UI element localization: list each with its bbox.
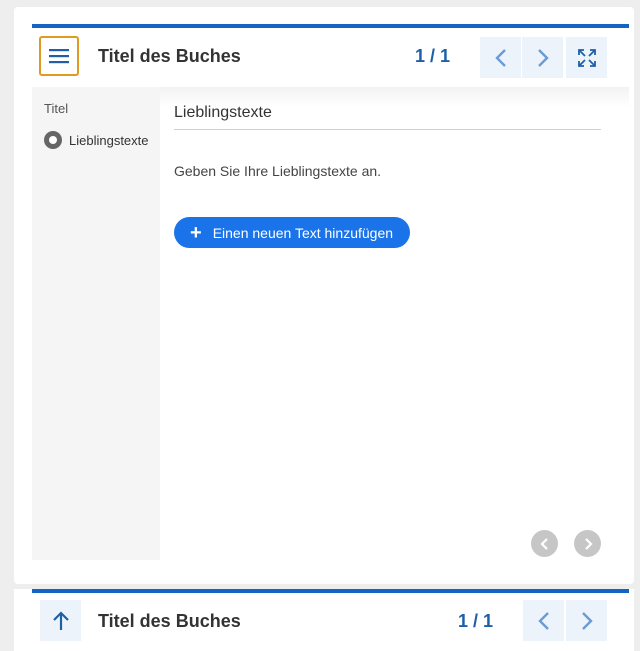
add-text-button-label: Einen neuen Text hinzufügen: [212, 224, 394, 241]
page-counter: 1 / 1: [415, 46, 451, 66]
menu-button[interactable]: [39, 36, 79, 76]
chevron-left-icon: [494, 48, 506, 67]
sidebar-item-label: Lieblingstexte: [69, 132, 149, 148]
plus-icon: +: [190, 221, 202, 244]
chevron-right-icon: [581, 611, 593, 630]
section-description: Geben Sie Ihre Lieblingstexte an.: [174, 163, 382, 179]
chapter-sidebar: Titel Lieblingstexte: [32, 87, 160, 560]
expand-icon: [577, 48, 596, 67]
heading-divider: [174, 129, 601, 130]
content-prev-button[interactable]: [531, 530, 558, 557]
next-page-button[interactable]: [522, 37, 563, 78]
scroll-up-button[interactable]: [40, 600, 81, 641]
book-panel-top: Titel des Buches 1 / 1 Titel Lieblingste…: [14, 7, 634, 584]
next-page-button[interactable]: [566, 600, 607, 641]
sidebar-item-lieblingstexte[interactable]: Lieblingstexte: [44, 131, 149, 149]
chevron-left-icon: [539, 537, 548, 550]
arrow-up-icon: [52, 610, 69, 630]
hamburger-menu-icon: [49, 49, 69, 64]
chevron-left-icon: [537, 611, 549, 630]
page-counter: 1 / 1: [458, 611, 494, 631]
chevron-right-icon: [584, 537, 593, 550]
chevron-right-icon: [537, 48, 549, 67]
prev-page-button[interactable]: [480, 37, 521, 78]
content-next-button[interactable]: [574, 530, 601, 557]
prev-page-button[interactable]: [523, 600, 564, 641]
radio-selected-icon: [44, 131, 62, 149]
book-header: Titel des Buches 1 / 1: [32, 28, 629, 84]
book-header-bottom: Titel des Buches 1 / 1: [32, 593, 629, 651]
add-text-button[interactable]: + Einen neuen Text hinzufügen: [174, 217, 411, 248]
section-heading: Lieblingstexte: [174, 104, 272, 121]
sidebar-title: Titel: [44, 101, 69, 116]
content-area: Lieblingstexte Geben Sie Ihre Lieblingst…: [160, 87, 629, 560]
book-title: Titel des Buches: [98, 46, 241, 66]
fullscreen-button[interactable]: [566, 37, 607, 78]
book-panel-bottom: Titel des Buches 1 / 1: [14, 589, 634, 651]
book-title: Titel des Buches: [98, 611, 241, 631]
